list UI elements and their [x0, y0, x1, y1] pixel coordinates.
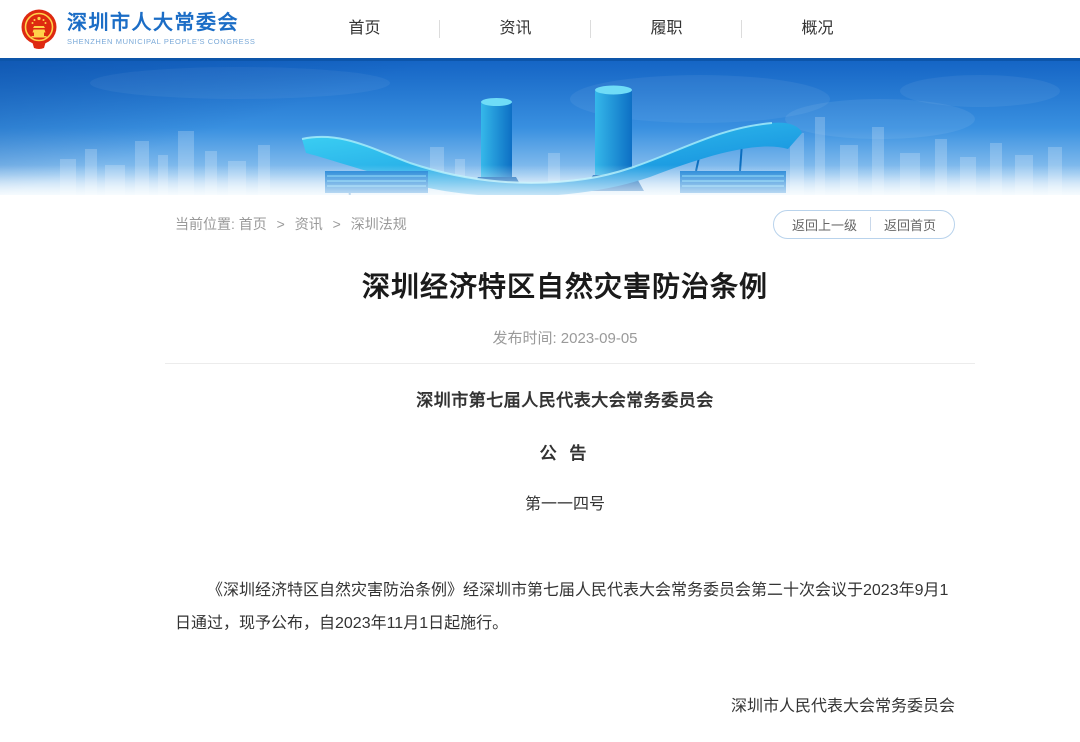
back-home-button[interactable]: 返回首页	[884, 215, 936, 234]
main-nav: 首页 资讯 履职 概况	[289, 0, 892, 58]
breadcrumb-item-news[interactable]: 资讯	[295, 216, 323, 232]
document-notice-heading: 公 告	[175, 439, 955, 464]
pill-divider	[870, 217, 871, 231]
breadcrumb-label: 当前位置:	[175, 216, 235, 232]
site-logo-text: 深圳市人大常委会 SHENZHEN MUNICIPAL PEOPLE'S CON…	[67, 12, 255, 46]
document-signature: 深圳市人民代表大会常务委员会	[175, 692, 955, 716]
breadcrumb-item-laws[interactable]: 深圳法规	[351, 216, 407, 232]
document-org: 深圳市第七届人民代表大会常务委员会	[175, 386, 955, 411]
site-subtitle: SHENZHEN MUNICIPAL PEOPLE'S CONGRESS	[67, 37, 255, 46]
article-page: 当前位置: 首页 > 资讯 > 深圳法规 返回上一级 返回首页 深圳经济特区自然…	[175, 195, 955, 742]
site-header: 深圳市人大常委会 SHENZHEN MUNICIPAL PEOPLE'S CON…	[0, 0, 1080, 58]
toolbar-row: 当前位置: 首页 > 资讯 > 深圳法规 返回上一级 返回首页	[175, 209, 955, 239]
hero-banner	[0, 58, 1080, 195]
nav-item-news[interactable]: 资讯	[440, 0, 590, 58]
nav-item-home[interactable]: 首页	[289, 0, 439, 58]
article-title: 深圳经济特区自然灾害防治条例	[175, 265, 955, 305]
breadcrumb: 当前位置: 首页 > 资讯 > 深圳法规	[175, 214, 407, 234]
document-body: 深圳市第七届人民代表大会常务委员会 公 告 第一一四号 《深圳经济特区自然灾害防…	[175, 386, 955, 742]
breadcrumb-separator: >	[277, 216, 285, 232]
nav-item-overview[interactable]: 概况	[742, 0, 892, 58]
site-title: 深圳市人大常委会	[67, 12, 255, 34]
breadcrumb-item-home[interactable]: 首页	[239, 216, 267, 232]
national-emblem-icon	[20, 8, 58, 50]
nav-item-duty[interactable]: 履职	[591, 0, 741, 58]
document-paragraph: 《深圳经济特区自然灾害防治条例》经深圳市第七届人民代表大会常务委员会第二十次会议…	[175, 574, 955, 640]
back-parent-button[interactable]: 返回上一级	[792, 215, 857, 234]
banner-illustration	[0, 61, 1080, 195]
breadcrumb-separator: >	[333, 216, 341, 232]
document-number: 第一一四号	[175, 490, 955, 514]
title-divider	[165, 363, 975, 364]
back-button-group: 返回上一级 返回首页	[773, 210, 955, 239]
site-logo[interactable]: 深圳市人大常委会 SHENZHEN MUNICIPAL PEOPLE'S CON…	[20, 8, 255, 50]
publish-date: 发布时间: 2023-09-05	[175, 327, 955, 348]
